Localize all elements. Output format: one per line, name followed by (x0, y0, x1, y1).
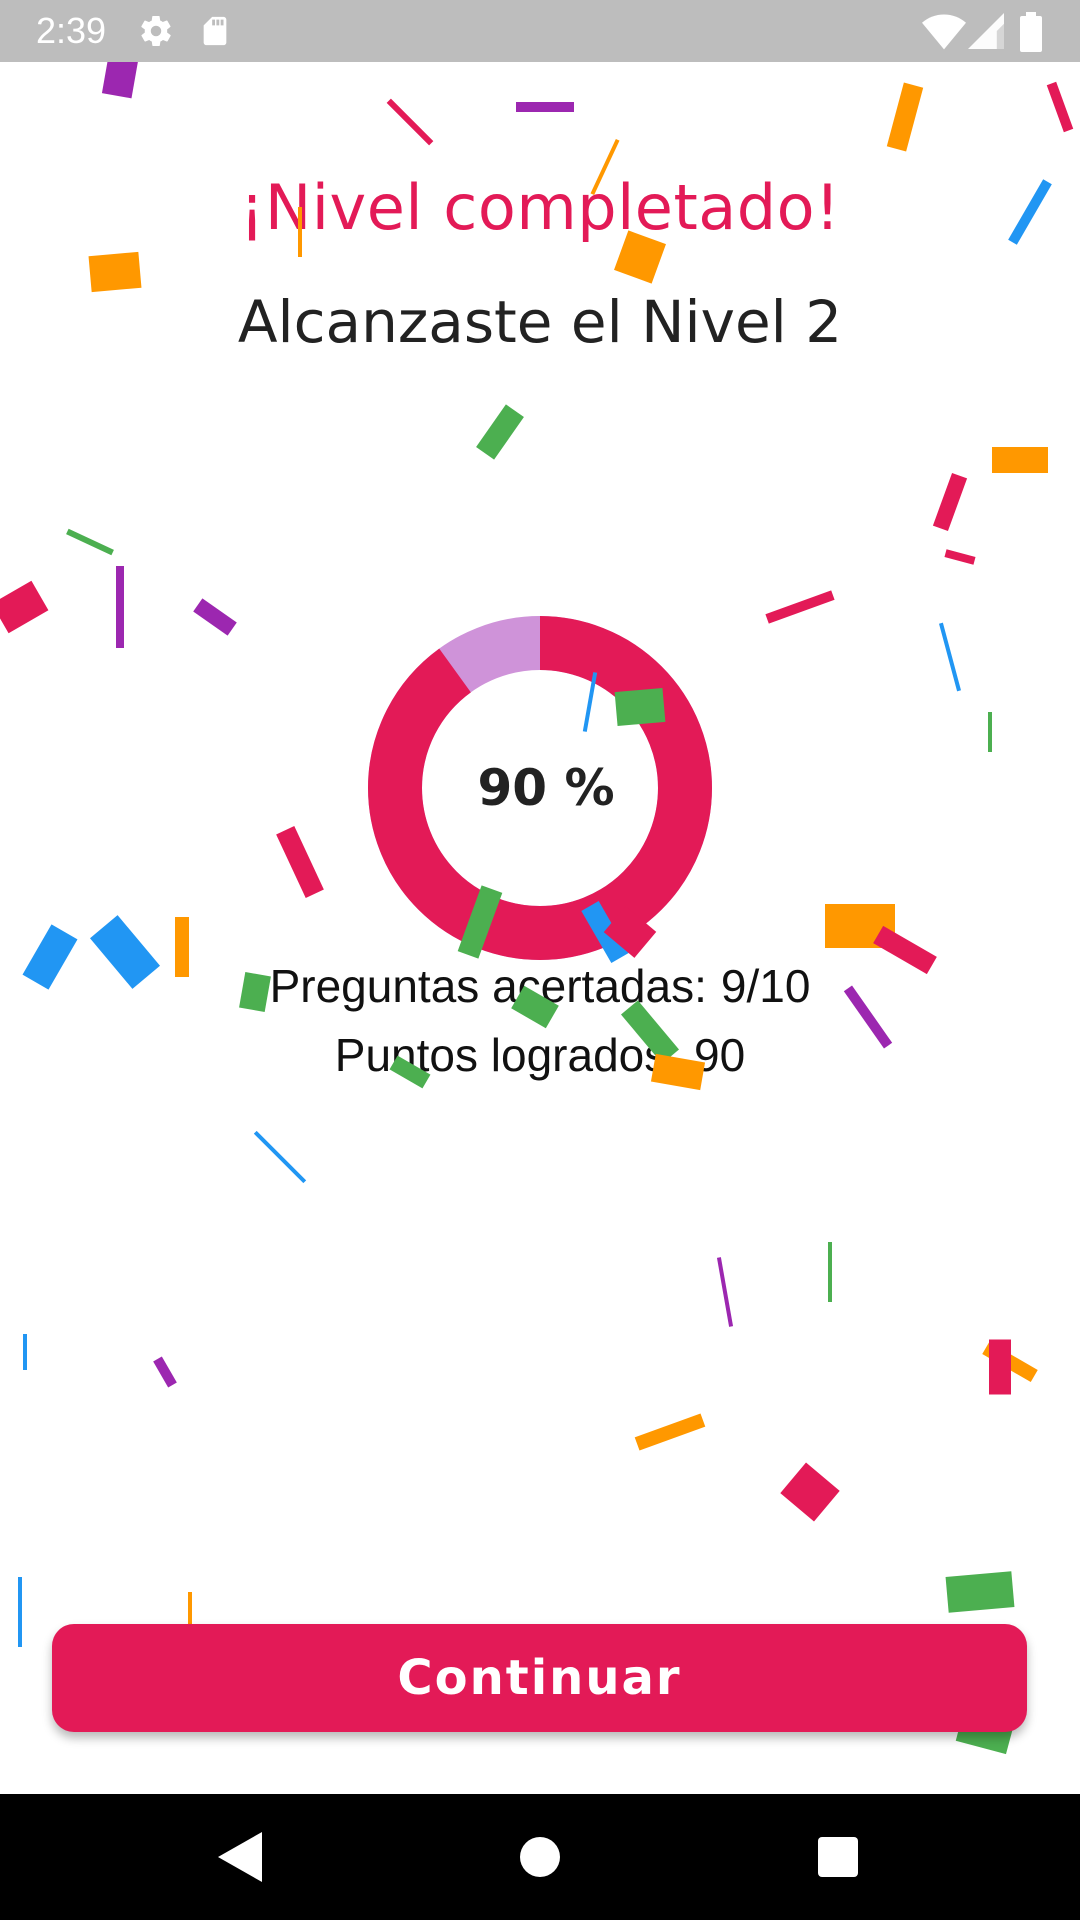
confetti-piece (945, 1571, 1015, 1613)
confetti-piece (101, 62, 139, 99)
confetti-piece (386, 98, 434, 146)
confetti-piece (0, 580, 49, 634)
sd-card-icon (198, 12, 232, 55)
confetti-piece (716, 1257, 734, 1327)
confetti-piece (18, 1577, 22, 1647)
confetti-piece (886, 82, 924, 152)
points-value: 90 (694, 1029, 746, 1081)
confetti-piece (193, 598, 237, 636)
home-icon[interactable] (480, 1794, 600, 1920)
status-bar: 2:39 (0, 0, 1080, 62)
confetti-piece (634, 1413, 706, 1451)
confetti-piece (66, 528, 114, 556)
score-percent: 90 % (477, 759, 615, 817)
battery-icon (1020, 12, 1042, 57)
points-label: Puntos logrados: (334, 1029, 681, 1081)
confetti-piece (944, 549, 976, 565)
level-subtitle: Alcanzaste el Nivel 2 (237, 288, 843, 356)
navigation-bar (0, 1794, 1080, 1920)
confetti-piece (932, 472, 968, 532)
confetti-piece (516, 102, 574, 112)
wifi-icon (922, 12, 966, 55)
confetti-piece (992, 447, 1048, 473)
confetti-piece (780, 1462, 840, 1522)
status-time: 2:39 (36, 10, 107, 51)
confetti-piece (1046, 81, 1074, 133)
confetti-piece (153, 1356, 177, 1388)
confetti-piece (989, 1339, 1011, 1395)
confetti-piece (988, 712, 992, 752)
correct-answers-label: Preguntas acertadas: (269, 960, 707, 1012)
gear-icon (138, 12, 174, 55)
confetti-piece (828, 1242, 832, 1302)
confetti-piece (116, 566, 124, 648)
page-title: ¡Nivel completado! (239, 171, 841, 244)
confetti-piece (276, 826, 324, 898)
back-icon[interactable] (180, 1794, 300, 1920)
points-row: Puntos logrados: 90 (0, 1027, 1080, 1083)
confetti-piece (982, 1341, 1038, 1383)
continue-button[interactable]: Continuar (52, 1624, 1027, 1732)
signal-icon (968, 12, 1004, 55)
confetti-piece (476, 404, 524, 460)
confetti-piece (825, 904, 895, 948)
recents-icon[interactable] (778, 1794, 898, 1920)
confetti-piece (253, 1130, 307, 1184)
confetti-piece (765, 590, 835, 624)
correct-answers-value: 9/10 (720, 960, 811, 1012)
correct-answers-row: Preguntas acertadas: 9/10 (0, 958, 1080, 1014)
confetti-piece (23, 1334, 27, 1370)
score-donut: 90 % (368, 616, 712, 960)
confetti-piece (939, 622, 961, 692)
